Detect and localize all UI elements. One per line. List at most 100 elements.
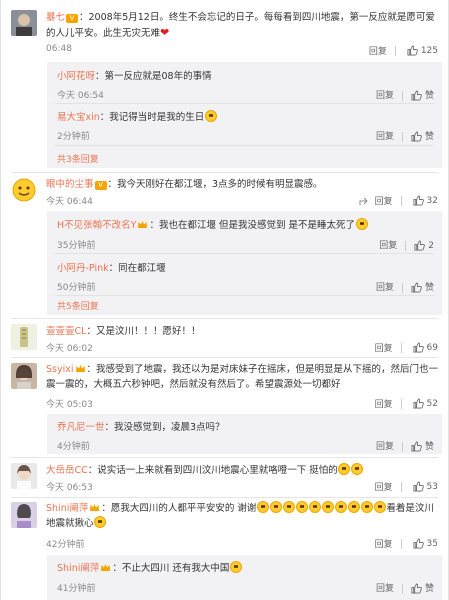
smile-emoji (360, 501, 373, 513)
commenter-name[interactable]: 大岳岳CC (46, 465, 88, 476)
reply-text: ：我记得当时是我的生日 (99, 112, 205, 123)
thumb-up-icon[interactable] (414, 240, 426, 251)
avatar[interactable] (11, 502, 37, 528)
like-count: 53 (426, 481, 438, 492)
like-count: 35 (426, 538, 438, 549)
reply-name[interactable]: Shini阐萍 (57, 563, 99, 574)
reply-button[interactable]: 回复 (375, 341, 393, 354)
commenter-name[interactable]: 壹壹壹CL (46, 326, 86, 337)
comment-text: ：愿我大四川的人都平平安安的 谢谢 (101, 503, 257, 514)
reply-button[interactable]: 回复 (375, 194, 393, 207)
reply-button[interactable]: 回复 (376, 132, 394, 142)
reply-button[interactable]: 回复 (376, 91, 394, 101)
comment-item: Shini阐萍 ：愿我大四川的人都平平安安的 谢谢 看着是汶川地震就揪心 42分钟前… (1, 500, 449, 600)
commenter-name[interactable]: Ssyixi (46, 364, 74, 375)
reply-name[interactable]: H不见张翰不改名Y (57, 220, 136, 231)
like-count: 69 (426, 342, 438, 353)
like-count: 2 (428, 241, 434, 251)
reply-time: 41分钟前 (57, 584, 96, 594)
like-label: 赞 (424, 584, 434, 594)
reply-name[interactable]: 乔凡尼一世 (57, 422, 105, 433)
avatar[interactable] (11, 324, 37, 350)
avatar[interactable] (11, 363, 37, 389)
like-count: 52 (426, 398, 438, 409)
replies-box: 小阿花呀：第一反应就是08年的事情 今天 06:54 回复赞 易大宝xin：我记… (47, 62, 442, 168)
vip-badge: V (66, 14, 79, 23)
reply-button[interactable]: 回复 (375, 480, 393, 493)
comment-time: 今天 06:44 (46, 197, 93, 207)
thumb-up-icon[interactable] (411, 583, 422, 594)
replies-box: Shini阐萍 ：不止大四川 还有我大中国 41分钟前 回复 赞 (47, 555, 442, 600)
smile-emoji (334, 501, 347, 513)
more-replies-link[interactable]: 共3条回复 (57, 152, 99, 165)
comment-item: 眼中的尘事 V ：我今天刚好在都江堰，3点多的时候有明显震感。 今天 06:44 回… (1, 175, 449, 315)
reply-button[interactable]: 回复 (376, 283, 394, 293)
reply-button[interactable]: 回复 (376, 584, 394, 594)
like-label: 赞 (424, 91, 434, 101)
sweat-emoji (282, 501, 295, 513)
replies-box: H不见张翰不改名Y ：我也在都江堰 但是我没感觉到 是不是睡太死了 35分钟前 回… (47, 211, 442, 315)
comment-time: 今天 06:53 (46, 483, 93, 493)
vip-badge: V (94, 181, 107, 190)
comment-text: ：又是汶川！！！愿好！！ (86, 326, 201, 337)
reply-text: ：同在都江堰 (108, 263, 166, 274)
avatar[interactable] (11, 463, 37, 489)
crown-badge (89, 502, 100, 511)
avatar[interactable] (11, 177, 37, 203)
reply-button[interactable]: 回复 (379, 241, 397, 251)
like-label: 赞 (424, 442, 434, 452)
thumb-up-icon[interactable] (411, 441, 422, 452)
reply-name[interactable]: 小阿花呀 (57, 71, 95, 82)
reply-text: ：我也在都江堰 但是我没感觉到 是不是睡太死了 (149, 220, 355, 231)
like-label: 赞 (424, 283, 434, 293)
sweat-emoji (295, 501, 308, 513)
crown-badge (100, 562, 111, 571)
thumb-up-icon[interactable] (407, 45, 418, 56)
sweat-emoji (269, 501, 282, 513)
comment-item: Ssyixi ：我感受到了地震，我还以为是对床妹子在摇床，但是明显是从下摇的，然后… (1, 361, 449, 454)
commenter-name[interactable]: Shini阐萍 (46, 503, 88, 514)
heart-emoji: ❤ (160, 26, 170, 39)
forward-icon[interactable] (359, 196, 369, 206)
reply-item: 乔凡尼一世：我没感觉到，凌晨3点吗？ 4分钟前 回复 赞 (57, 420, 442, 454)
like-label: 赞 (424, 132, 434, 142)
reply-name[interactable]: 易大宝xin (57, 112, 100, 123)
reply-text: ：我没感觉到，凌晨3点吗？ (104, 422, 225, 433)
reply-name[interactable]: 小阿丹-Pink (57, 263, 109, 274)
thumb-up-icon[interactable] (413, 538, 424, 549)
thumb-up-icon[interactable] (413, 398, 424, 409)
reply-time: 35分钟前 (57, 241, 96, 251)
comment-time: 今天 05:03 (46, 400, 93, 410)
laugh-emoji (204, 110, 217, 122)
thumb-up-icon[interactable] (411, 131, 422, 142)
reply-button[interactable]: 回复 (375, 397, 393, 410)
commenter-name[interactable]: 暴七 (46, 12, 65, 23)
more-replies-link[interactable]: 共5条回复 (57, 299, 99, 312)
smile-emoji (373, 501, 386, 513)
like-count: 32 (426, 195, 438, 206)
reply-time: 4分钟前 (57, 442, 90, 452)
thumb-up-icon[interactable] (413, 195, 424, 206)
comment-time: 42分钟前 (46, 540, 85, 550)
thumb-up-icon[interactable] (413, 342, 424, 353)
smile-emoji (347, 501, 360, 513)
sweat-emoji (308, 501, 321, 513)
avatar[interactable] (11, 10, 37, 36)
thumb-up-icon[interactable] (411, 90, 422, 101)
scared-emoji (338, 463, 351, 475)
reply-button[interactable]: 回复 (369, 44, 387, 57)
reply-button[interactable]: 回复 (376, 442, 394, 452)
thumb-up-icon[interactable] (411, 282, 422, 293)
smile-emoji (94, 516, 107, 528)
comment-item: 壹壹壹CL：又是汶川！！！愿好！！ 今天 06:02 回复 69 (1, 322, 449, 356)
comment-text: ：2008年5月12日。终生不会忘记的日子。每每看到四川地震，第一反应就是愿可爱… (46, 12, 435, 39)
thumb-up-icon[interactable] (413, 481, 424, 492)
comment-time: 今天 06:02 (46, 344, 93, 354)
reply-item: Shini阐萍 ：不止大四川 还有我大中国 41分钟前 回复 赞 (57, 561, 442, 595)
commenter-name[interactable]: 眼中的尘事 (46, 179, 94, 190)
smile-emoji (321, 501, 334, 513)
reply-button[interactable]: 回复 (375, 537, 393, 550)
reply-text: ：第一反应就是08年的事情 (95, 71, 212, 82)
comment-text: ：我感受到了地震，我还以为是对床妹子在摇床，但是明显是从下摇的，然后门也一震一震… (46, 364, 439, 390)
comment-item: 大岳岳CC：说实话一上来就看到四川汶川地震心里就咯噔一下 挺怕的 今天 06:5… (1, 461, 449, 495)
